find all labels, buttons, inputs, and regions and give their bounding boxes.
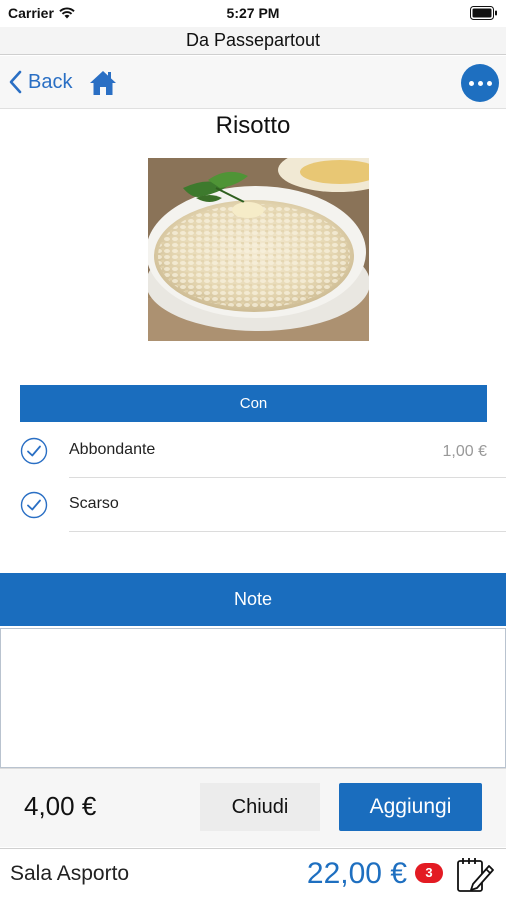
divider [69,531,506,532]
nav-bar: Back [0,56,506,109]
app-title: Da Passepartout [185,30,321,50]
option-group-header: Con [20,385,487,422]
note-textarea[interactable] [0,628,506,768]
item-price: 4,00 € [24,791,97,821]
note-header: Note [0,573,506,626]
option-row-abbondante[interactable]: Abbondante 1,00 € [0,424,506,478]
status-time: 5:27 PM [226,5,280,21]
option-price: 1,00 € [442,443,487,460]
more-options-icon [468,80,474,86]
order-edit-icon[interactable] [455,856,495,894]
option-label: Scarso [69,495,119,512]
more-dot [486,80,492,86]
add-button[interactable]: Aggiungi [339,783,482,831]
home-icon[interactable] [88,68,118,98]
order-total[interactable]: 22,00 € [307,857,407,891]
action-bar: 4,00 € Chiudi Aggiungi [0,768,506,847]
back-button[interactable]: Back [8,66,72,98]
room-label: Sala Asporto [10,862,130,885]
option-row-scarso[interactable]: Scarso [0,478,506,532]
battery-icon [470,6,497,20]
dish-title: Risotto [215,112,291,139]
check-circle-icon[interactable] [20,437,48,465]
option-label: Abbondante [69,441,156,458]
more-dot [477,80,483,86]
check-circle-icon[interactable] [20,491,48,519]
more-options-button[interactable] [461,64,499,102]
dish-photo [148,158,369,341]
close-button[interactable]: Chiudi [200,783,320,831]
app-title-bar: Da Passepartout [0,27,506,55]
footer-bar: Sala Asporto 22,00 € 3 [0,848,506,900]
order-count-badge: 3 [415,863,443,883]
chevron-left-icon [9,70,22,94]
status-bar: Carrier 5:27 PM [0,0,506,27]
back-label: Back [28,70,73,93]
